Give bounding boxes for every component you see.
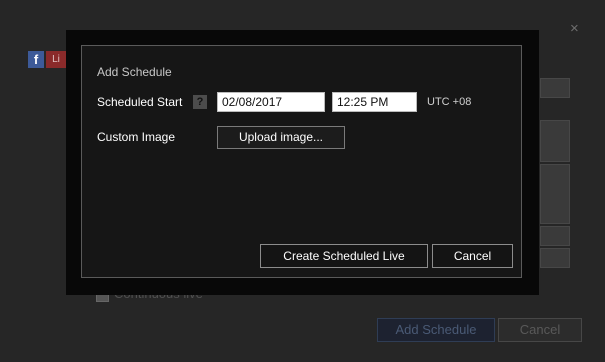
- live-icon: Li: [46, 51, 66, 68]
- bg-field-3: [540, 226, 570, 246]
- upload-image-button[interactable]: Upload image...: [217, 126, 345, 149]
- bg-cancel-button[interactable]: Cancel: [498, 318, 582, 342]
- facebook-icon: f: [28, 51, 44, 68]
- close-icon[interactable]: ×: [570, 20, 579, 37]
- bg-textarea: [540, 120, 570, 162]
- date-input[interactable]: [217, 92, 325, 112]
- custom-image-label: Custom Image: [97, 130, 176, 144]
- dialog-title: Add Schedule: [97, 65, 172, 79]
- create-scheduled-live-button[interactable]: Create Scheduled Live: [260, 244, 428, 268]
- time-input[interactable]: [332, 92, 417, 112]
- timezone-label: UTC +08: [427, 96, 472, 108]
- bg-dropdown: [540, 78, 570, 98]
- bg-dropdown-2: [540, 248, 570, 268]
- bg-textarea-2: [540, 164, 570, 224]
- scheduled-start-label: Scheduled Start: [97, 95, 183, 109]
- cancel-button[interactable]: Cancel: [432, 244, 513, 268]
- add-schedule-button[interactable]: Add Schedule: [377, 318, 495, 342]
- help-icon[interactable]: ?: [193, 95, 207, 109]
